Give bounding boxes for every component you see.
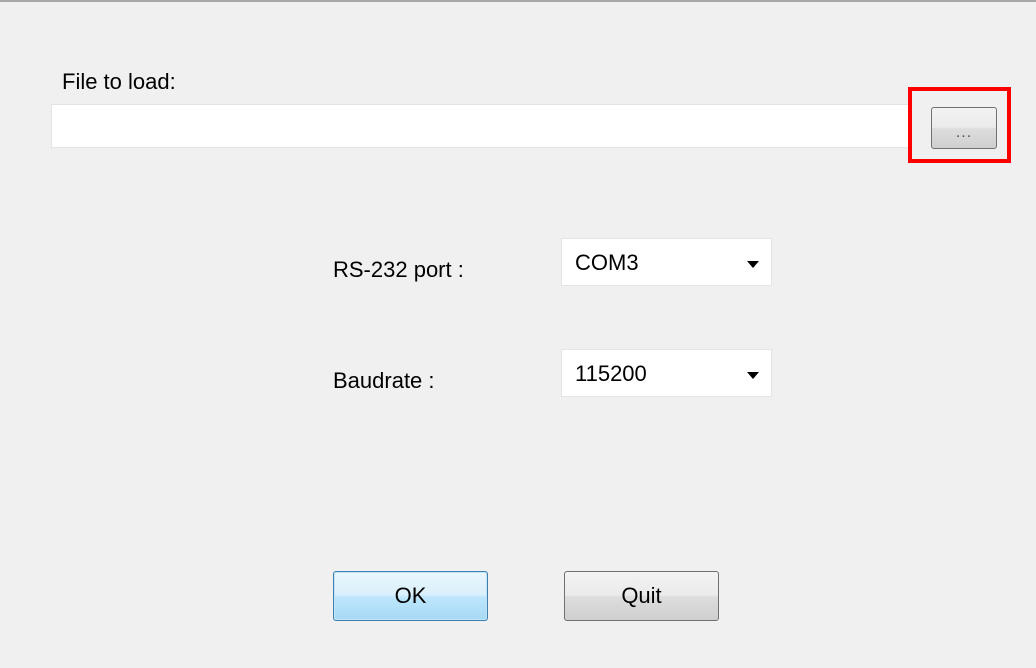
ok-button[interactable]: OK — [333, 571, 488, 621]
rs232-port-value: COM3 — [575, 250, 639, 275]
rs232-port-dropdown[interactable]: COM3 — [561, 238, 772, 286]
window-top-border — [0, 0, 1036, 2]
baudrate-label: Baudrate : — [333, 368, 435, 393]
baudrate-dropdown[interactable]: 115200 — [561, 349, 772, 397]
dropdown-arrow-icon[interactable] — [747, 261, 759, 268]
file-to-load-label: File to load: — [62, 69, 176, 94]
dropdown-arrow-icon[interactable] — [747, 372, 759, 379]
baudrate-value: 115200 — [575, 361, 647, 386]
browse-button[interactable]: ... — [931, 107, 997, 149]
file-path-input[interactable] — [51, 104, 908, 148]
rs232-port-label: RS-232 port : — [333, 257, 464, 282]
quit-button[interactable]: Quit — [564, 571, 719, 621]
